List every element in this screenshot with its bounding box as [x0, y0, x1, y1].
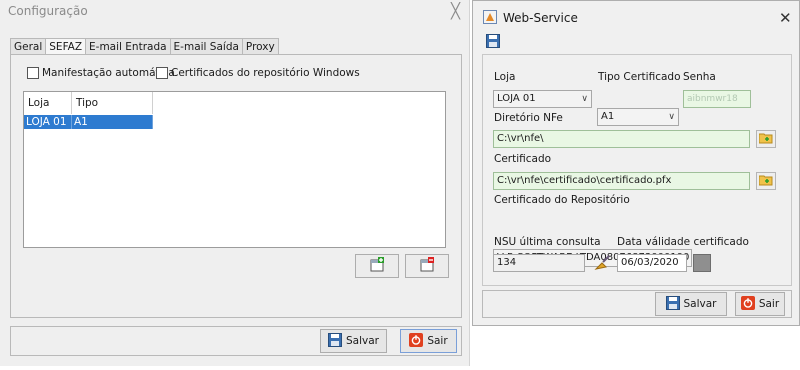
store-select[interactable]: LOJA 01 ∨: [493, 90, 592, 108]
config-window: Configuração ╳ Geral SEFAZ E-mail Entrad…: [0, 0, 470, 366]
password-label: Senha: [683, 71, 716, 83]
column-header-tipo-certificado[interactable]: Tipo Certificado: [72, 92, 153, 131]
validity-date-field[interactable]: 06/03/2020: [617, 254, 687, 272]
exit-label: Sair: [758, 298, 780, 310]
app-icon: [483, 10, 497, 27]
save-label: Salvar: [683, 298, 717, 310]
table-header: Loja Tipo Certificado: [24, 92, 153, 131]
browse-nfe-dir-button[interactable]: [756, 130, 776, 148]
exit-label: Sair: [427, 335, 448, 347]
exit-button[interactable]: Sair: [735, 292, 785, 316]
nsu-label: NSU última consulta: [494, 236, 601, 248]
cert-type-select[interactable]: A1 ∨: [597, 108, 679, 126]
certificate-label: Certificado: [494, 153, 552, 165]
table-row[interactable]: LOJA 01 A1: [24, 115, 153, 129]
add-row-button[interactable]: [355, 254, 399, 278]
window-title: Web-Service: [503, 11, 578, 25]
tab-email-saida[interactable]: E-mail Saída: [169, 38, 243, 55]
toolbar-save-icon[interactable]: [486, 34, 500, 51]
tab-proxy[interactable]: Proxy: [241, 38, 279, 55]
floppy-icon: [328, 332, 342, 350]
store-select-value: LOJA 01: [497, 93, 536, 104]
folder-icon: [758, 132, 773, 147]
config-button-bar: Salvar Sair: [10, 326, 462, 356]
webservice-button-bar: Salvar Sair: [482, 290, 792, 318]
chevron-down-icon: ∨: [581, 94, 588, 104]
broom-icon[interactable]: [593, 254, 611, 275]
windows-certs-checkbox-row[interactable]: Certificados do repositório Windows: [156, 67, 360, 79]
webservice-window: Web-Service ✕ Loja Tipo Certificado Senh…: [472, 0, 800, 326]
power-icon: [740, 295, 755, 313]
validity-label: Data válidade certificado: [617, 236, 749, 248]
close-icon[interactable]: ✕: [779, 9, 792, 27]
column-header-loja[interactable]: Loja: [24, 92, 72, 114]
browse-certificate-button[interactable]: [756, 172, 776, 190]
webservice-form: Loja Tipo Certificado Senha LOJA 01 ∨ A1…: [482, 54, 792, 286]
tab-bar: Geral SEFAZ E-mail Entrada E-mail Saída …: [10, 38, 279, 56]
cert-type-label: Tipo Certificado: [598, 71, 681, 83]
auto-manifest-checkbox-row[interactable]: Manifestação automática: [27, 67, 175, 79]
chevron-down-icon: ∨: [668, 112, 675, 122]
save-button[interactable]: Salvar: [655, 292, 727, 316]
nfe-dir-label: Diretório NFe: [494, 112, 563, 124]
windows-certs-label: Certificados do repositório Windows: [171, 67, 360, 79]
close-icon[interactable]: ╳: [451, 2, 460, 20]
certificate-field[interactable]: C:\vr\nfe\certificado\certificado.pfx: [493, 172, 750, 190]
remove-row-icon: [419, 256, 435, 276]
remove-row-button[interactable]: [405, 254, 449, 278]
tab-geral[interactable]: Geral: [10, 38, 47, 55]
cert-type-select-value: A1: [601, 111, 615, 122]
auto-manifest-checkbox[interactable]: [27, 67, 39, 79]
calendar-icon[interactable]: [693, 254, 711, 272]
save-button[interactable]: Salvar: [320, 329, 387, 353]
nsu-field[interactable]: 134: [493, 254, 585, 272]
exit-button[interactable]: Sair: [400, 329, 457, 353]
cell-tipo-certificado[interactable]: A1: [72, 115, 153, 129]
nfe-dir-field[interactable]: C:\vr\nfe\: [493, 130, 750, 148]
save-label: Salvar: [346, 335, 379, 347]
auto-manifest-label: Manifestação automática: [42, 67, 175, 79]
add-row-icon: [369, 256, 385, 276]
windows-certs-checkbox[interactable]: [156, 67, 168, 79]
store-label: Loja: [494, 71, 516, 83]
repo-cert-label: Certificado do Repositório: [494, 194, 630, 206]
floppy-icon: [665, 295, 680, 313]
tab-email-entrada[interactable]: E-mail Entrada: [85, 38, 171, 55]
certificates-table: Loja Tipo Certificado LOJA 01 A1: [23, 91, 446, 248]
window-title: Configuração: [8, 4, 88, 18]
cell-loja[interactable]: LOJA 01: [24, 115, 72, 129]
folder-icon: [758, 174, 773, 189]
password-field[interactable]: aibnmwr18: [683, 90, 751, 108]
power-icon: [409, 332, 424, 350]
